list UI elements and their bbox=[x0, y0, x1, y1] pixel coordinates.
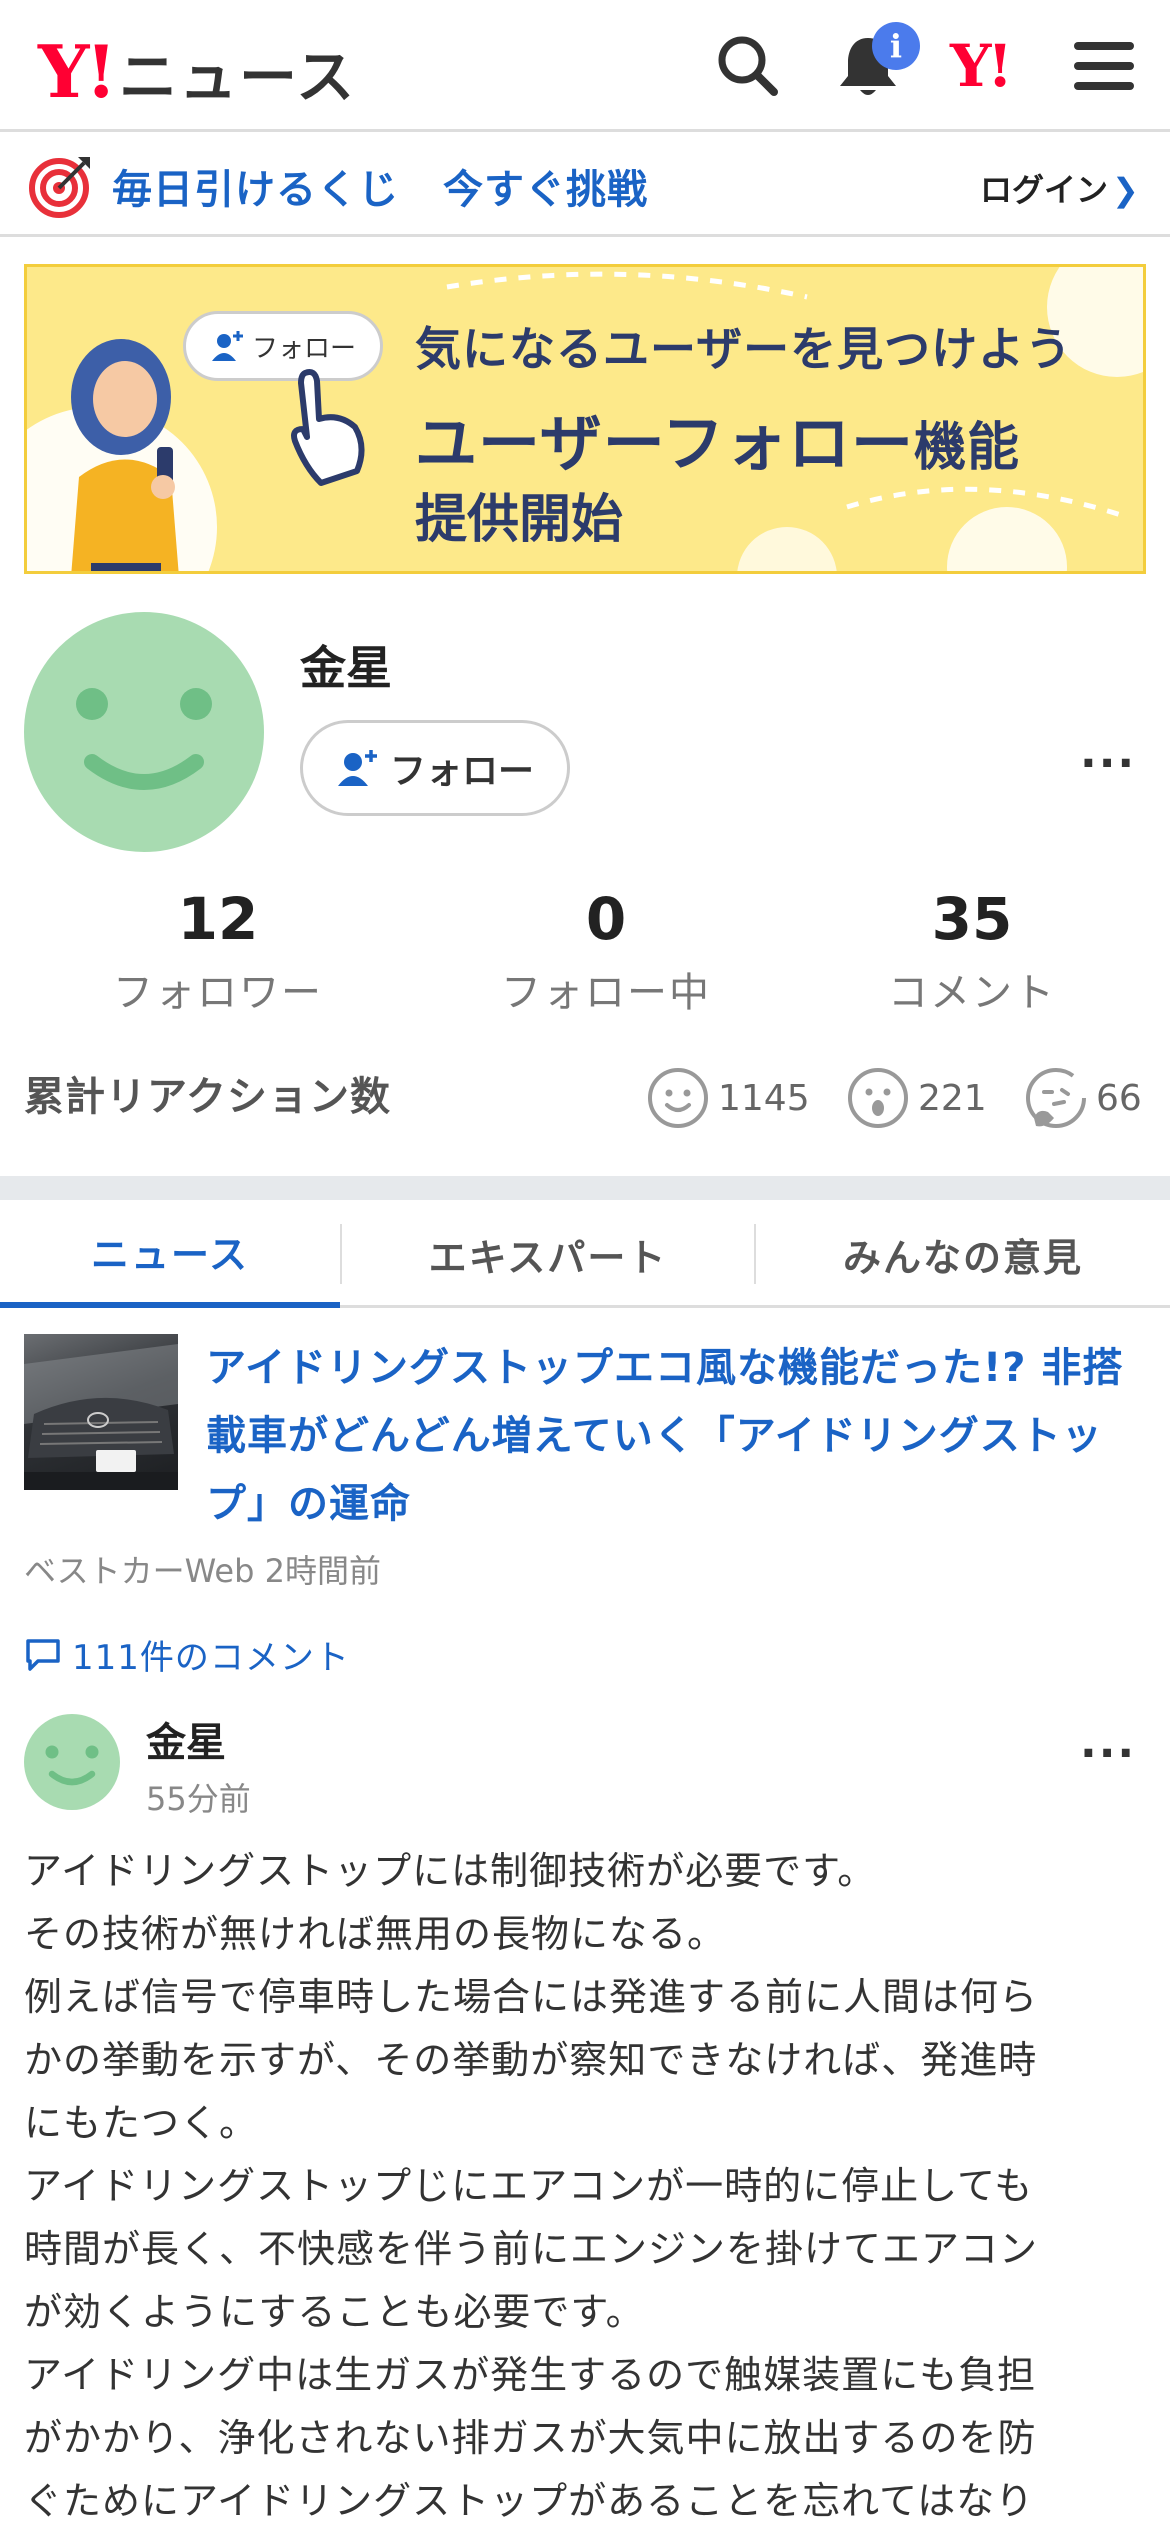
comment-line: にもたつく。 bbox=[24, 2101, 259, 2145]
comment-line: かの挙動を示すが、その挙動が察知できなければ、発進時 bbox=[24, 2038, 1038, 2082]
car-image bbox=[24, 1344, 178, 1490]
followers-label: フォロワー bbox=[113, 970, 323, 1016]
article-thumbnail[interactable] bbox=[24, 1334, 178, 1490]
add-user-icon bbox=[211, 331, 243, 361]
followers-count: 12 bbox=[177, 885, 259, 953]
banner-pill-label: フォロー bbox=[251, 333, 356, 364]
article-comments-link[interactable]: 111件のコメント bbox=[24, 1630, 350, 1679]
target-icon bbox=[29, 157, 90, 218]
user-follow-banner[interactable]: フォロー 気になるユーザーを見つけよう ユーザーフォロー機能 提供開始 bbox=[24, 264, 1146, 574]
login-label: ログイン bbox=[980, 171, 1109, 209]
following-label: フォロー中 bbox=[501, 970, 711, 1016]
comments-count: 35 bbox=[931, 885, 1013, 953]
notification-badge: i bbox=[872, 22, 920, 70]
user-avatar bbox=[24, 612, 264, 852]
banner-feature-title: ユーザーフォロー機能 bbox=[415, 393, 1020, 483]
thinking-reaction-icon bbox=[1026, 1068, 1086, 1128]
lottery-text-challenge: 今すぐ挑戦 bbox=[443, 167, 648, 213]
following-count: 0 bbox=[585, 885, 627, 953]
woman-illustration bbox=[71, 339, 179, 571]
tab-opinions[interactable]: みんなの意見 bbox=[756, 1200, 1170, 1308]
surprised-reaction-icon bbox=[848, 1068, 908, 1128]
reaction-surprised-count: 221 bbox=[918, 1077, 987, 1119]
top-header: Y! ニュース i Y! bbox=[0, 0, 1170, 132]
comments-stat[interactable]: 35 コメント bbox=[822, 884, 1122, 1018]
search-icon[interactable] bbox=[712, 30, 784, 102]
lottery-promo-text[interactable]: 毎日引けるくじ 今すぐ挑戦 bbox=[112, 157, 648, 215]
comment-line: 例えば信号で停車時した場合には発進する前に人間は何ら bbox=[24, 1975, 1039, 2019]
comment-username[interactable]: 金星 bbox=[146, 1710, 226, 1768]
article-meta: ベストカーWeb 2時間前 bbox=[24, 1546, 381, 1592]
yahoo-news-logo[interactable]: Y! ニュース bbox=[38, 30, 356, 114]
reaction-thinking: 66 bbox=[1024, 1066, 1142, 1130]
menu-icon[interactable] bbox=[1068, 30, 1140, 102]
pointing-hand-icon bbox=[291, 369, 365, 486]
tab-expert[interactable]: エキスパート bbox=[342, 1200, 754, 1308]
comment-line: がかかり、浄化されない排ガスが大気中に放出するのを防 bbox=[24, 2416, 1037, 2460]
banner-headline: 気になるユーザーを見つけよう bbox=[415, 322, 1073, 376]
comment-body: アイドリングストップには制御技術が必要です。 その技術が無ければ無用の長物になる… bbox=[24, 1840, 1154, 2532]
article-title-link[interactable]: アイドリングストップエコ風な機能だった!? 非搭載車がどんどん増えていく「アイド… bbox=[206, 1334, 1146, 1538]
comment-bubble-icon bbox=[26, 1638, 60, 1671]
comment-line: が効くようにすることも必要です。 bbox=[24, 2290, 645, 2334]
comment-more-icon[interactable]: ··· bbox=[1080, 1732, 1140, 1776]
profile-username: 金星 bbox=[300, 641, 392, 695]
banner-feature-main: ユーザーフォロー bbox=[415, 407, 915, 480]
tab-news[interactable]: ニュース bbox=[0, 1200, 340, 1308]
banner-start-text: 提供開始 bbox=[415, 490, 624, 550]
comment-line: ぐためにアイドリングストップがあることを忘れてはなり bbox=[24, 2479, 1035, 2523]
article-time: 2時間前 bbox=[264, 1552, 381, 1590]
reaction-smile-count: 1145 bbox=[718, 1077, 810, 1119]
smile-reaction-icon bbox=[648, 1068, 708, 1128]
profile-more-icon[interactable]: ··· bbox=[1080, 742, 1140, 786]
add-user-icon bbox=[337, 750, 377, 786]
reaction-smile: 1145 bbox=[646, 1066, 810, 1130]
chevron-right-icon: ❯ bbox=[1112, 171, 1139, 209]
reaction-surprised: 221 bbox=[846, 1066, 987, 1130]
lottery-text-daily: 毎日引けるくじ bbox=[112, 167, 399, 213]
follow-button[interactable]: フォロー bbox=[300, 720, 570, 816]
comment-line: 時間が長く、不快感を伴う前にエンジンを掛けてエアコン bbox=[24, 2227, 1039, 2271]
reaction-thinking-count: 66 bbox=[1096, 1077, 1142, 1119]
login-link[interactable]: ログイン ❯ bbox=[980, 165, 1139, 211]
section-divider bbox=[0, 1176, 1170, 1200]
article-source: ベストカーWeb bbox=[24, 1552, 255, 1590]
comment-line: その技術が無ければ無用の長物になる。 bbox=[24, 1912, 727, 1956]
lottery-bar[interactable]: 毎日引けるくじ 今すぐ挑戦 ログイン ❯ bbox=[0, 135, 1170, 237]
comment-user-avatar[interactable] bbox=[24, 1714, 120, 1810]
article-comments-label: 111件のコメント bbox=[72, 1638, 350, 1678]
logo-text: ニュース bbox=[119, 43, 357, 111]
comment-line: アイドリング中は生ガスが発生するので触媒装置にも負担 bbox=[24, 2353, 1037, 2397]
comment-line: アイドリングストップには制御技術が必要です。 bbox=[24, 1849, 877, 1893]
comment-time: 55分前 bbox=[146, 1780, 251, 1818]
yahoo-japan-icon[interactable]: Y! bbox=[950, 32, 1013, 100]
banner-feature-suffix: 機能 bbox=[914, 418, 1021, 478]
following-stat[interactable]: 0 フォロー中 bbox=[456, 884, 756, 1018]
total-reactions-title: 累計リアクション数 bbox=[24, 1074, 391, 1120]
yahoo-logo-mark: Y! bbox=[38, 29, 117, 114]
comment-line: アイドリングストップじにエアコンが一時的に停止しても bbox=[24, 2164, 1034, 2208]
followers-stat[interactable]: 12 フォロワー bbox=[68, 884, 368, 1018]
follow-button-label: フォロー bbox=[389, 751, 534, 792]
profile-tabs: ニュース エキスパート みんなの意見 bbox=[0, 1200, 1170, 1308]
comments-label: コメント bbox=[888, 970, 1056, 1016]
